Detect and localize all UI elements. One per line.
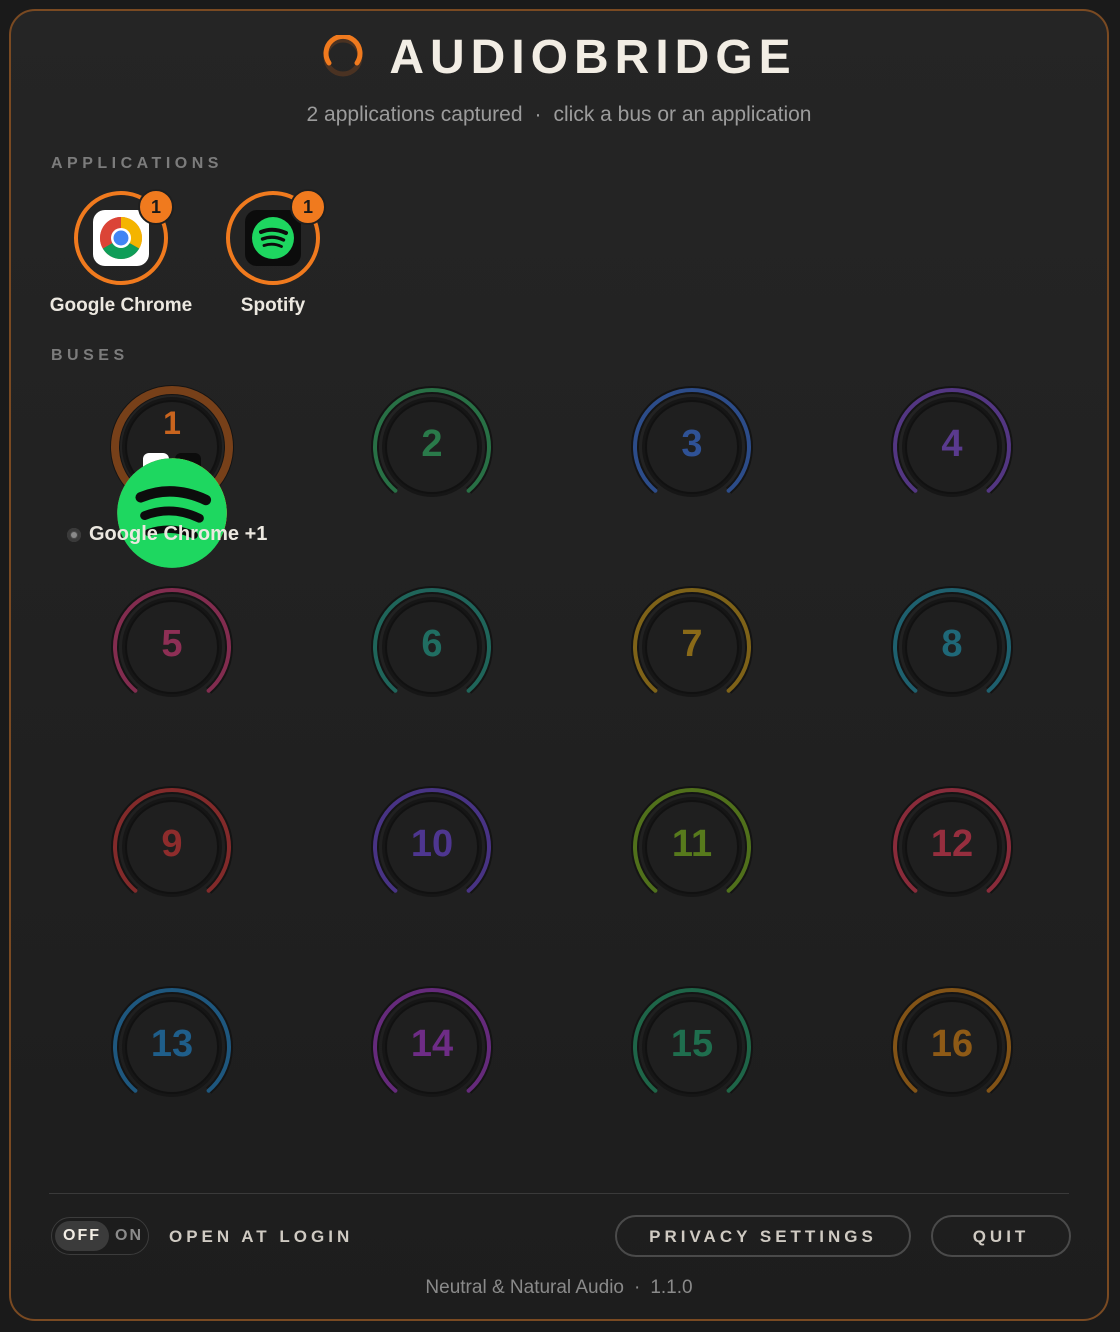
bus-15[interactable]: 15: [627, 985, 757, 1105]
bus-number: 13: [150, 1023, 194, 1065]
bus-1[interactable]: 1: [107, 385, 237, 568]
bus-1-apps-label: Google Chrome +1: [89, 523, 268, 545]
audiobridge-window: AUDIOBRIDGE 2 applications captured · clic…: [9, 9, 1109, 1321]
toggle-off-label: OFF: [55, 1221, 109, 1251]
loading-ring-icon: [323, 35, 363, 77]
bus-number: 9: [161, 823, 183, 865]
bus-number: 15: [670, 1023, 714, 1065]
bus-number: 7: [681, 623, 703, 665]
spotify-icon: [252, 217, 294, 259]
spotify-icon: [117, 453, 227, 568]
app-ring: 1: [74, 189, 174, 285]
bus-11[interactable]: 11: [627, 785, 757, 905]
app-spotify[interactable]: 1 Spotify: [193, 189, 353, 317]
open-at-login-toggle[interactable]: OFF ON: [51, 1217, 149, 1255]
quit-button[interactable]: QUIT: [931, 1215, 1071, 1257]
bus-10[interactable]: 10: [367, 785, 497, 905]
subtitle-separator: ·: [534, 103, 542, 126]
bus-number: 1: [163, 405, 181, 441]
status-dot-icon: [67, 527, 81, 542]
bus-number: 10: [410, 823, 454, 865]
app-badge: 1: [290, 189, 326, 225]
bus-14[interactable]: 14: [367, 985, 497, 1105]
bus-6[interactable]: 6: [367, 585, 497, 705]
footer-divider: [49, 1193, 1069, 1194]
bus-7[interactable]: 7: [627, 585, 757, 705]
spotify-icon-tile: [245, 210, 301, 266]
chrome-icon-tile: [93, 210, 149, 266]
bus-number: 2: [421, 423, 443, 465]
bus-16[interactable]: 16: [887, 985, 1017, 1105]
app-name: Spotify: [240, 295, 306, 316]
app-google-chrome[interactable]: 1 Google Chrome: [41, 189, 201, 317]
version: 1.1.0: [650, 1277, 693, 1298]
applications-label: APPLICATIONS: [51, 155, 223, 172]
bus-number: 16: [930, 1023, 974, 1065]
privacy-settings-button[interactable]: PRIVACY SETTINGS: [615, 1215, 911, 1257]
header: AUDIOBRIDGE 2 applications captured · clic…: [11, 29, 1107, 127]
bus-number: 5: [161, 623, 183, 665]
bus-number: 14: [410, 1023, 454, 1065]
app-ring: 1: [226, 189, 326, 285]
footer-separator: ·: [633, 1277, 641, 1298]
bus-number: 6: [421, 623, 443, 665]
brand-name: Neutral & Natural Audio: [425, 1277, 624, 1298]
footer: Neutral & Natural Audio · 1.1.0: [11, 1277, 1107, 1299]
chrome-icon: [99, 217, 143, 260]
title-row: AUDIOBRIDGE: [11, 29, 1107, 85]
bus-app-icons: [107, 453, 237, 568]
bus-13[interactable]: 13: [107, 985, 237, 1105]
bus-number: 11: [671, 823, 713, 865]
buses-label: BUSES: [51, 347, 129, 364]
bus-1-caption: Google Chrome +1: [67, 523, 267, 546]
subtitle-hint: click a bus or an application: [553, 103, 812, 126]
bus-8[interactable]: 8: [887, 585, 1017, 705]
bus-number: 12: [930, 823, 974, 865]
subtitle: 2 applications captured · click a bus or a…: [11, 103, 1107, 127]
app-badge: 1: [138, 189, 174, 225]
bus-5[interactable]: 5: [107, 585, 237, 705]
app-title: AUDIOBRIDGE: [389, 30, 797, 84]
toggle-on-label: ON: [115, 1227, 143, 1244]
bus-4[interactable]: 4: [887, 385, 1017, 505]
bus-9[interactable]: 9: [107, 785, 237, 905]
bus-number: 4: [941, 423, 963, 465]
bus-number: 8: [941, 623, 963, 665]
open-at-login-label: OPEN AT LOGIN: [169, 1227, 354, 1246]
bus-12[interactable]: 12: [887, 785, 1017, 905]
bus-3[interactable]: 3: [627, 385, 757, 505]
app-name: Google Chrome: [49, 295, 193, 316]
bus-2[interactable]: 2: [367, 385, 497, 505]
captured-count: 2 applications captured: [306, 103, 523, 126]
bus-number: 3: [681, 423, 703, 465]
